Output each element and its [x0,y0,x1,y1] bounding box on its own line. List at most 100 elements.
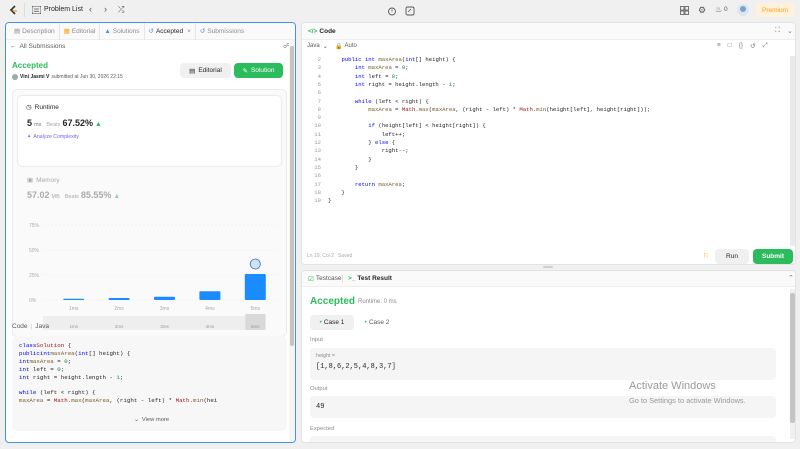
fire-icon[interactable]: ♨ [715,5,722,14]
line-number: 9 [317,114,321,122]
tab-submissions[interactable]: ↺ Submissions [196,23,248,40]
runtime-distribution-chart[interactable]: 75% 50% 25% 0% 1ms 2ms 3ms 4ms 5ms 1ms 2ms 3ms 4ms 6m… [13,218,288,336]
tab-test-result[interactable]: >_ Test Result [348,275,392,282]
code-text: return maxArea; [354,180,406,188]
code-line[interactable]: 7 while (left < right) { [302,98,429,106]
code-line[interactable]: 17 return maxArea; [302,181,405,189]
code-line[interactable]: 6 [302,89,328,97]
bar-1ms[interactable] [63,298,85,300]
code-tab[interactable]: </> Code [308,28,336,35]
notes-icon[interactable] [404,5,415,16]
tab-accepted[interactable]: ↺ Accepted × [145,23,196,40]
expand-icon[interactable]: ⤢ [763,42,768,50]
submission-panel: ▤ Description ▦ Editorial ▲ Solutions ↺ … [5,22,296,443]
code-line[interactable]: 12 } else { [302,139,395,147]
bar-2ms[interactable] [108,298,130,300]
chevron-down-icon[interactable]: ⌄ [787,27,793,35]
code-line[interactable]: 3 int maxArea = 0; [302,64,409,72]
book-icon: ▤ [189,67,196,75]
code-line[interactable]: 14 } [302,156,371,164]
tab-solutions[interactable]: ▲ Solutions [100,23,145,40]
code-line[interactable]: 2 public int maxArea(int[] height) { [302,56,456,64]
user-avatar-marker[interactable] [249,258,261,270]
maximize-icon[interactable]: ⛶ [775,27,780,35]
line-number: 11 [314,130,321,138]
close-tab-icon[interactable]: × [187,28,191,35]
premium-button[interactable]: Premium [756,3,794,17]
bar-4ms[interactable] [199,291,221,300]
code-line[interactable]: 18 } [302,189,345,197]
submit-button[interactable]: Submit [753,249,793,264]
prev-problem-icon[interactable]: ‹ [89,4,92,14]
problem-list-link[interactable]: Problem List [44,6,83,13]
run-button[interactable]: Run [715,249,749,264]
status-accepted: Accepted [12,61,49,70]
bar-5ms[interactable] [244,274,266,300]
shuffle-icon[interactable]: ⤮ [118,5,124,15]
bug-icon[interactable]: ⚐ [703,252,709,260]
timer-icon[interactable] [386,5,397,16]
code-line[interactable]: 8 maxArea = Math.max(maxArea, (right - l… [302,106,651,114]
reset-icon[interactable]: ↺ [750,42,755,50]
chevron-up-icon[interactable]: ⌃ [788,274,794,282]
list-icon[interactable] [31,5,41,15]
code-text: public int maxArea(int[] height) { [341,56,456,63]
code-line[interactable]: 4 int left = 0; [302,73,399,81]
editor-scrollbar[interactable] [790,56,795,246]
resize-handle[interactable] [543,266,553,268]
code-line[interactable]: 10 if (height[left] < height[right]) { [302,122,486,130]
sparkle-icon: ✦ [27,134,32,140]
fire-badge-icon: ▲ [94,121,102,128]
tab-description[interactable]: ▤ Description [10,23,60,40]
user-avatar[interactable] [12,74,18,80]
bar-3ms[interactable] [154,296,175,300]
top-bar: Problem List ‹ › ⤮ ⚙ ♨ 0 Premium [0,0,800,21]
code-preview-line: maxArea = Math. max(maxArea, (right - lef… [19,397,218,405]
auto-mode-toggle[interactable]: 🔒 Auto [335,43,357,50]
code-text: right--; [328,147,409,155]
input-box[interactable]: height = [1,8,6,2,5,4,8,3,7] [310,348,776,380]
code-line[interactable]: 16 [302,172,328,180]
pencil-icon: ✎ [242,67,248,75]
code-line[interactable]: 13 right--; [302,147,409,155]
terminal-icon: >_ [348,275,356,282]
badge-icon: ▲ [113,193,121,200]
lock-icon: 🔒 [335,44,343,50]
code-preview-line: int right = height.length - 1; [19,373,124,381]
code-line[interactable]: 5 int right = height.length - 1; [302,81,456,89]
format-icon[interactable]: ≡ [717,42,721,50]
stats-card: ◷ Runtime 5 ms Beats 67.52% ▲ ✦ Analyze … [12,89,287,337]
tab-testcase[interactable]: ☑ Testcase [308,275,341,283]
code-line[interactable]: 11 left++; [302,131,405,139]
case-2-tab[interactable]: • Case 2 [357,315,397,330]
bookmark-icon[interactable]: □ [728,42,732,50]
code-line[interactable]: 9 [302,114,328,122]
leetcode-logo-icon[interactable] [9,5,19,16]
language-select[interactable]: Java ⌄ [307,43,328,50]
settings-gear-icon[interactable]: ⚙ [697,5,707,15]
user-name[interactable]: Vini Jasmi V [20,74,49,80]
runtime-box[interactable]: ◷ Runtime 5 ms Beats 67.52% ▲ ✦ Analyze … [17,95,282,167]
code-brackets-icon: </> [308,28,318,35]
back-to-submissions[interactable]: ← All Submissions [10,43,65,50]
memory-box[interactable]: ▣ Memory [27,176,60,185]
tab-editorial[interactable]: ▦ Editorial [60,23,101,40]
code-line[interactable]: 15 } [302,164,358,172]
output-value: 49 [316,403,325,411]
line-number: 4 [317,72,321,80]
analyze-complexity-link[interactable]: ✦ Analyze Complexity [27,134,79,140]
braces-icon[interactable]: {} [739,42,743,50]
avatar[interactable] [737,4,749,16]
left-scrollbar[interactable] [289,40,295,442]
cursor-position: Ln 19, Col 2 [307,253,334,259]
result-status: Accepted [310,296,356,307]
case-1-tab[interactable]: • Case 1 [310,315,354,330]
view-more-button[interactable]: ⌄ View more [134,417,169,423]
result-scrollbar[interactable] [790,289,795,439]
solution-button[interactable]: ✎ Solution [234,63,283,78]
editorial-button[interactable]: ▤ Editorial [180,63,231,78]
next-problem-icon[interactable]: › [104,4,107,14]
code-line[interactable]: 19} [302,197,331,205]
line-number: 12 [314,139,321,146]
layout-icon[interactable] [679,5,689,15]
